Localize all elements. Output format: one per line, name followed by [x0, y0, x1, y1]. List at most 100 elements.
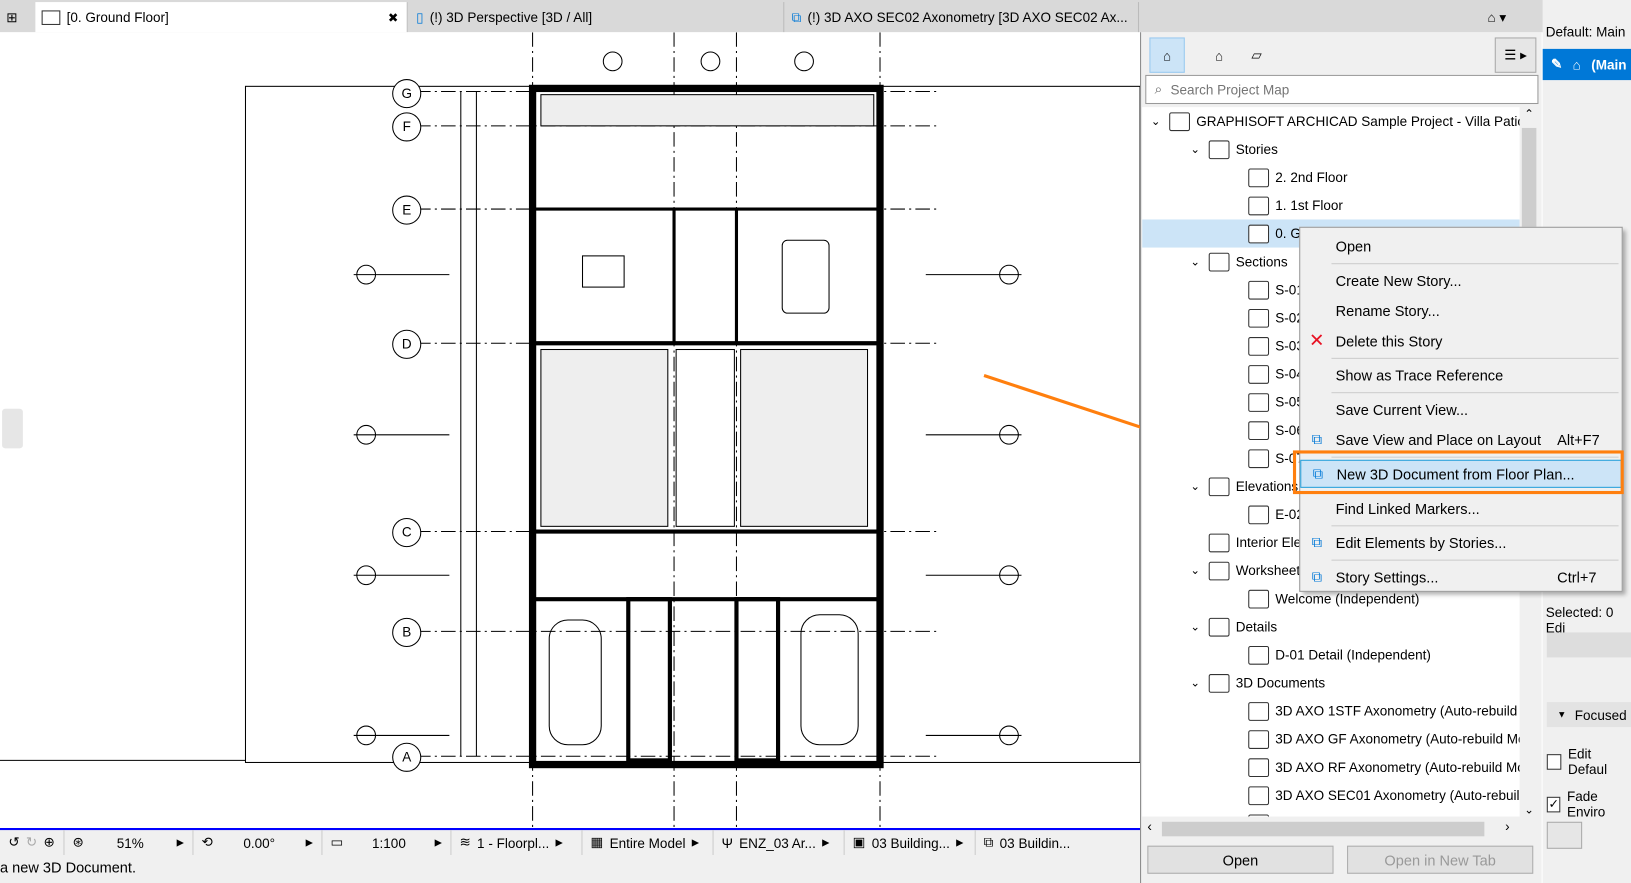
layout-book-button[interactable]: ▱: [1239, 37, 1274, 72]
tab-3d-axo[interactable]: ⧉ (!) 3D AXO SEC02 Axonometry [3D AXO SE…: [785, 2, 1140, 33]
menu-item[interactable]: Show as Trace Reference: [1300, 361, 1621, 389]
grid-bubble-a: A: [392, 742, 422, 772]
tree-item[interactable]: 2. 2nd Floor: [1227, 163, 1347, 191]
search-input[interactable]: [1170, 81, 1504, 98]
renovation-field[interactable]: ⧉ 03 Buildin...: [975, 830, 1078, 855]
tree-item[interactable]: ⌄ 3D Documents: [1188, 669, 1325, 697]
section-icon: [1248, 505, 1270, 524]
menu-item[interactable]: ✕ Delete this Story: [1300, 327, 1621, 355]
menu-item[interactable]: Find Linked Markers...: [1300, 494, 1621, 522]
annotation-highlight-box: [1292, 450, 1624, 495]
tree-item[interactable]: ⌄ GRAPHISOFT ARCHICAD Sample Project - Vi…: [1148, 107, 1520, 135]
ruler-icon: ▭: [330, 834, 344, 850]
grid-bubble-g: G: [392, 79, 422, 109]
grid-bubble-c: C: [392, 518, 422, 548]
default-label: Default: Main: [1545, 23, 1626, 40]
angle-field[interactable]: ⟲ 0.00° ▶: [193, 830, 323, 856]
section-icon: [1248, 280, 1270, 300]
tree-item[interactable]: 3D AXO SEC01B Axonometry (Auto-rebuild M…: [1227, 809, 1520, 817]
chevron-down-icon[interactable]: ⌄: [1188, 564, 1203, 577]
section-icon: [1208, 252, 1230, 271]
tab-overview-button[interactable]: ⊞: [0, 2, 35, 32]
zoom-undo-icon[interactable]: ↺: [8, 834, 19, 851]
navigator-menu-button[interactable]: ☰ ▸: [1494, 37, 1537, 73]
grid-bubble-f: F: [392, 112, 422, 142]
section-icon: [1248, 448, 1270, 468]
section-icon: [1248, 420, 1270, 440]
zoom-redo-icon[interactable]: ↻: [26, 834, 37, 851]
tree-item[interactable]: ⌄ Details: [1188, 613, 1277, 641]
scale-field[interactable]: ▭ 1:100 ▶: [322, 830, 452, 856]
tree-item[interactable]: 3D AXO RF Axonometry (Auto-rebuild Model…: [1227, 753, 1520, 781]
detail-icon: [1208, 617, 1230, 637]
3d-document-icon: ⧉: [791, 8, 802, 25]
tree-item[interactable]: ⌄ Worksheets: [1188, 557, 1307, 585]
layer-combination-field[interactable]: ≋ 1 - Floorpl... ▶: [451, 830, 583, 856]
story-icon: [1248, 167, 1270, 187]
tab-ground-floor[interactable]: [0. Ground Floor] ✖: [35, 2, 408, 33]
chevron-down-icon[interactable]: ⌄: [1188, 255, 1203, 268]
3d-document-icon: [1208, 673, 1230, 693]
3d-document-icon: [1248, 757, 1270, 777]
chevron-down-icon[interactable]: ⌄: [1188, 620, 1203, 633]
tab-list-button[interactable]: ⌂ ▾: [1481, 2, 1543, 32]
slider-button[interactable]: [1546, 821, 1583, 849]
grid-icon: ⊞: [6, 8, 18, 25]
grid-bubble-e: E: [392, 195, 422, 225]
grid-bubble-d: D: [392, 329, 422, 359]
close-tab-icon[interactable]: ✖: [388, 10, 398, 25]
chevron-down-icon[interactable]: ⌄: [1188, 143, 1203, 156]
3d-document-icon: [1248, 701, 1270, 721]
model-view-field[interactable]: ▦ Entire Model ▶: [582, 830, 714, 856]
message-bar: a new 3D Document.: [0, 855, 1141, 883]
menu-item[interactable]: Create New Story...: [1300, 266, 1621, 294]
chevron-down-icon[interactable]: ⌄: [1188, 676, 1203, 689]
menu-item[interactable]: Open: [1300, 232, 1621, 260]
renovation-icon: ⧉: [983, 834, 994, 850]
tree-item[interactable]: D-01 Detail (Independent): [1227, 641, 1431, 669]
tree-item[interactable]: 3D AXO GF Axonometry (Auto-rebuild Model…: [1227, 725, 1520, 753]
chevron-down-icon[interactable]: ⌄: [1188, 480, 1203, 493]
tree-item[interactable]: ⌄ Sections: [1188, 248, 1288, 276]
view-map-button[interactable]: ⌂: [1201, 37, 1236, 72]
menu-item[interactable]: Save Current View...: [1300, 395, 1621, 423]
project-map-button[interactable]: ⌂: [1149, 37, 1185, 73]
section-icon: [1248, 308, 1270, 328]
menu-item[interactable]: ⧉ Story Settings... Ctrl+7: [1300, 563, 1621, 591]
search-project-map[interactable]: ⌕: [1145, 74, 1539, 105]
pen-icon: Ψ: [721, 834, 733, 851]
tree-item[interactable]: 1. 1st Floor: [1227, 191, 1343, 219]
menu-icon: ☰ ▸: [1504, 46, 1527, 63]
status-bar: ↺ ↻ ⊕ ⊛ 51% ▶ ⟲ 0.00° ▶ ▭ 1:100 ▶ ≋ 1 - Floorpl..…: [0, 827, 1141, 856]
selected-element-row[interactable]: ✎ ⌂ (Main: [1542, 48, 1631, 81]
3d-document-icon: [1248, 813, 1270, 817]
pen-set-field[interactable]: Ψ ENZ_03 Ar... ▶: [713, 830, 845, 856]
chevron-down-icon[interactable]: ⌄: [1148, 114, 1163, 127]
mvo-field[interactable]: ▣ 03 Building... ▶: [844, 830, 976, 856]
story-icon: [1208, 139, 1230, 159]
zoom-in-icon[interactable]: ⊕: [43, 834, 54, 851]
menu-item[interactable]: Rename Story...: [1300, 296, 1621, 324]
floor-plan-canvas[interactable]: G F E D C B A: [0, 32, 1141, 828]
horizontal-scrollbar[interactable]: ‹ ›: [1145, 819, 1519, 838]
layout-book-icon: ▱: [1251, 46, 1262, 63]
story-icon: [41, 9, 61, 25]
open-in-new-tab-button[interactable]: Open in New Tab: [1347, 845, 1534, 874]
edit-default-checkbox[interactable]: Edit Defaul: [1546, 746, 1631, 777]
menu-separator: [1331, 392, 1619, 394]
house-list-icon: ⌂ ▾: [1487, 8, 1507, 25]
open-button[interactable]: Open: [1147, 845, 1334, 874]
tree-item[interactable]: 3D AXO 1STF Axonometry (Auto-rebuild Mod…: [1227, 697, 1520, 725]
tab-3d-perspective[interactable]: ▯ (!) 3D Perspective [3D / All]: [410, 2, 785, 33]
menu-item[interactable]: ⧉ Edit Elements by Stories...: [1300, 528, 1621, 556]
fade-environment-checkbox[interactable]: ✓ Fade Enviro: [1546, 788, 1631, 820]
focused-section-toggle[interactable]: ▼ Focused: [1546, 702, 1631, 728]
menu-item[interactable]: ⧉ Save View and Place on Layout Alt+F7: [1300, 425, 1621, 453]
zoom-field[interactable]: ⊛ 51% ▶: [64, 830, 194, 856]
3d-document-icon: [1248, 785, 1270, 805]
section-icon: [1248, 364, 1270, 384]
tree-item[interactable]: ⌄ Stories: [1188, 135, 1278, 163]
tree-item[interactable]: 3D AXO SEC01 Axonometry (Auto-rebuild Mo…: [1227, 781, 1520, 809]
side-panel-handle[interactable]: [2, 408, 23, 449]
tree-item[interactable]: ⌄ Elevations: [1188, 472, 1298, 500]
